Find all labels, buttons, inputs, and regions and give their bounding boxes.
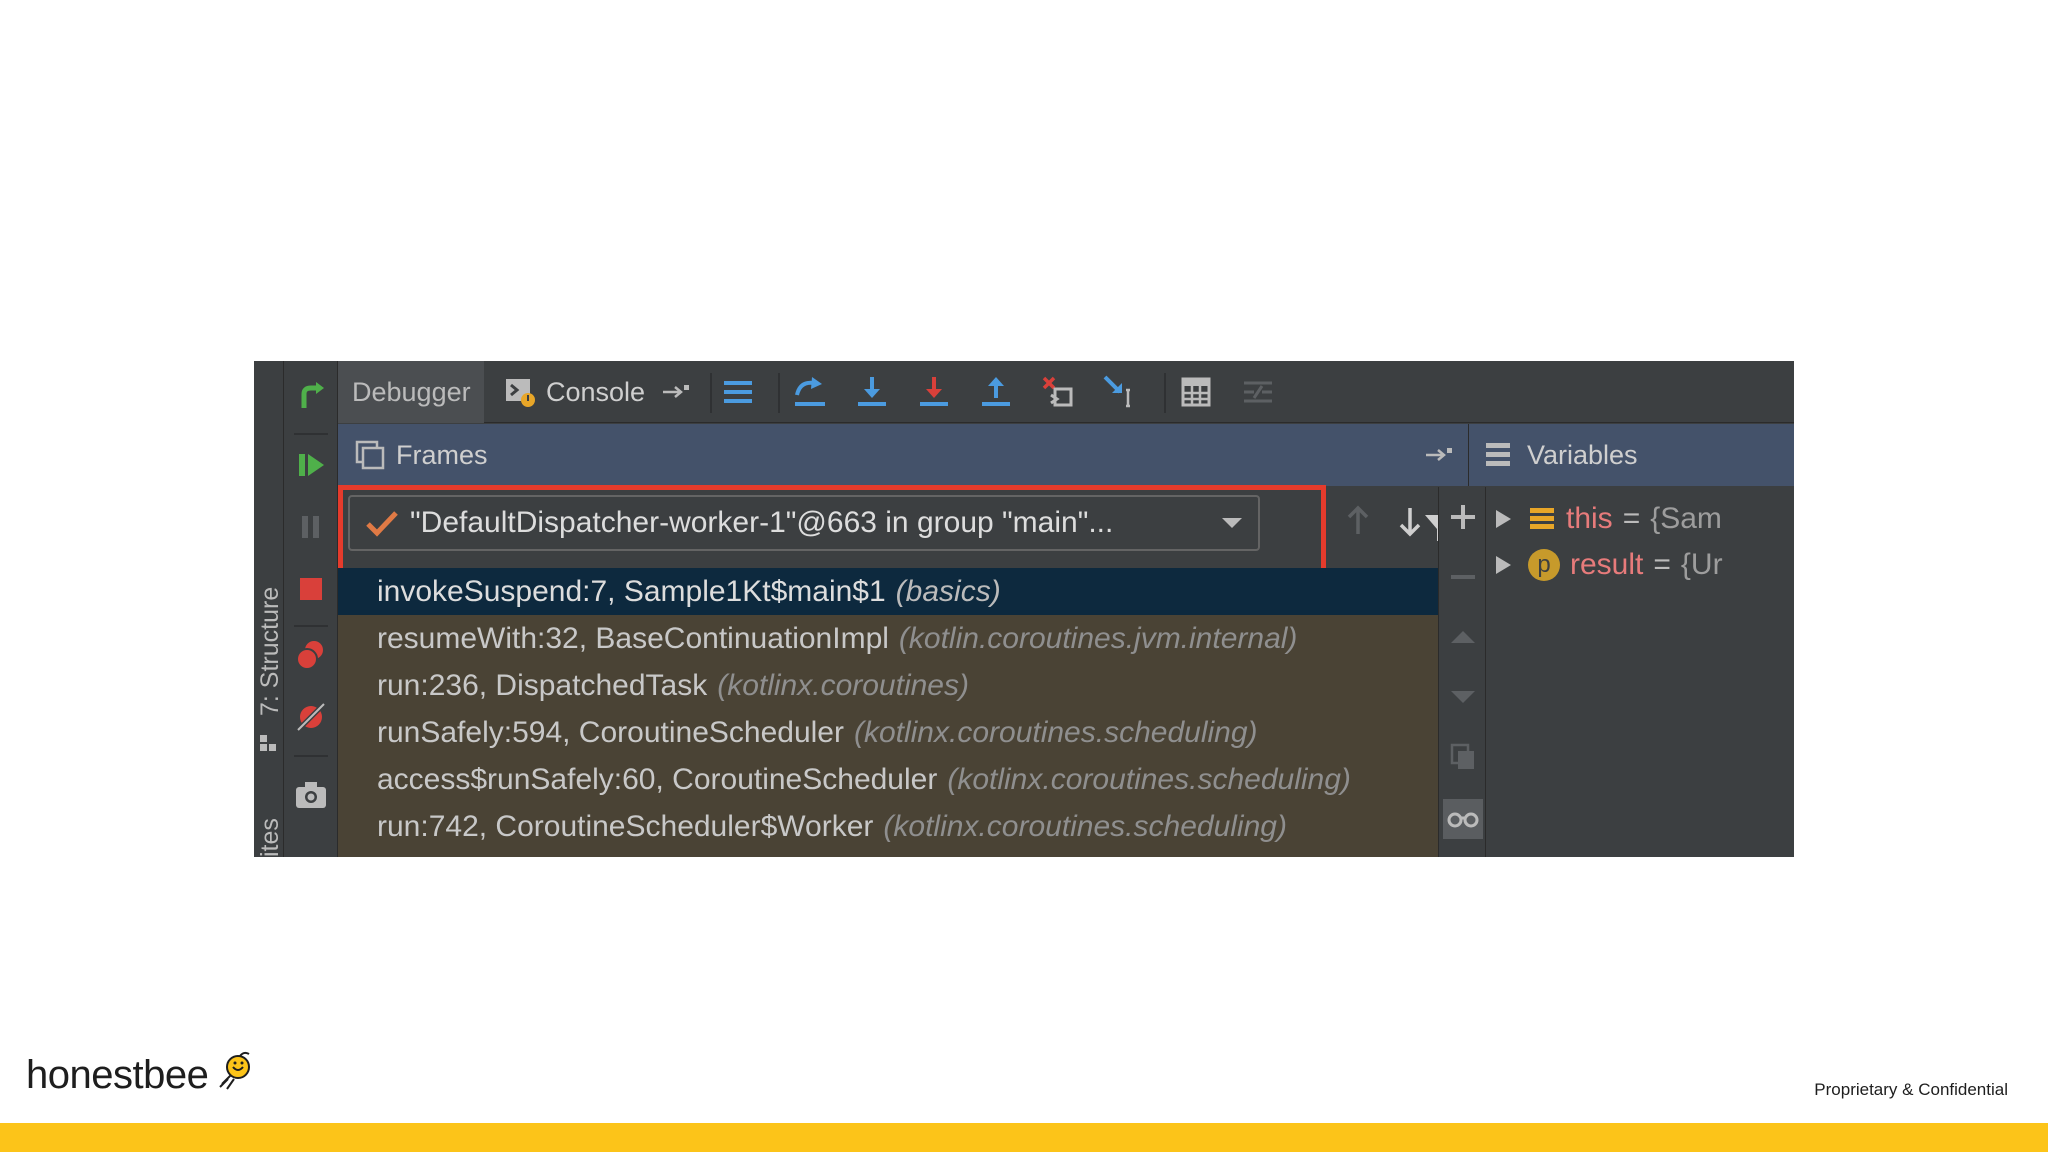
bee-icon — [219, 1051, 251, 1090]
pin-tab-icon[interactable] — [661, 382, 691, 402]
side-tool-strip: 7: Structure ites — [254, 361, 284, 857]
frame-method: run:742, CoroutineScheduler$Worker — [377, 809, 874, 843]
frame-row[interactable]: access$runSafely:60, CoroutineScheduler … — [338, 756, 1438, 803]
pin-frames-icon[interactable] — [1424, 445, 1454, 465]
tab-console[interactable]: Console — [488, 361, 691, 423]
slide: 7: Structure ites Debugger Console Frame… — [0, 0, 2048, 1152]
frame-row[interactable]: run:742, CoroutineScheduler$Worker (kotl… — [338, 803, 1438, 850]
frame-package: (kotlinx.coroutines.scheduling) — [883, 809, 1287, 843]
variable-name: this — [1566, 502, 1613, 535]
honestbee-logo: honestbee — [26, 1051, 256, 1098]
move-up-icon[interactable] — [1443, 617, 1483, 657]
frame-package: (kotlinx.coroutines.scheduling) — [853, 715, 1258, 749]
step-over-icon[interactable] — [790, 372, 830, 412]
mute-breakpoints-icon[interactable] — [291, 697, 331, 737]
structure-tab-label[interactable]: 7: Structure — [256, 587, 285, 716]
debugger-screenshot: 7: Structure ites Debugger Console Frame… — [254, 361, 1794, 857]
debugger-toolbar: Debugger Console — [338, 361, 1794, 423]
check-icon — [366, 511, 398, 537]
view-breakpoints-icon[interactable] — [291, 635, 331, 675]
variables-header: Variables — [1468, 424, 1794, 486]
footer-bar — [0, 1123, 2048, 1152]
variable-equals: = — [1622, 502, 1641, 535]
tab-console-label: Console — [546, 376, 646, 407]
parameter-icon: p — [1528, 549, 1560, 581]
variable-row[interactable]: this = {Sam — [1486, 497, 1722, 541]
variable-value: {Ur — [1680, 548, 1723, 581]
drop-frame-icon[interactable] — [1038, 372, 1078, 412]
force-step-into-icon[interactable] — [914, 372, 954, 412]
tab-debugger-label: Debugger — [352, 376, 471, 407]
confidential-note: Proprietary & Confidential — [1814, 1080, 2008, 1099]
frame-method: resumeWith:32, BaseContinuationImpl — [377, 621, 889, 655]
glasses-icon[interactable] — [1443, 799, 1483, 839]
frame-package: (basics) — [895, 574, 1001, 608]
variables-panel: this = {Sam p result = {Ur — [1486, 487, 1794, 857]
field-icon — [1530, 508, 1554, 529]
copy-icon[interactable] — [1443, 737, 1483, 777]
variables-toolbar — [1438, 487, 1486, 857]
thread-name: "DefaultDispatcher-worker-1"@663 in grou… — [410, 506, 1114, 539]
show-execution-point-icon[interactable] — [718, 372, 758, 412]
variable-equals: = — [1653, 548, 1671, 581]
chevron-down-icon — [1222, 518, 1242, 528]
pause-icon[interactable] — [291, 507, 331, 547]
thread-selector-row: "DefaultDispatcher-worker-1"@663 in grou… — [338, 487, 1438, 555]
variable-row[interactable]: p result = {Ur — [1486, 543, 1723, 587]
variable-value: {Sam — [1650, 502, 1722, 535]
variable-name: result — [1570, 548, 1644, 581]
trace-icon[interactable] — [1238, 372, 1278, 412]
frame-package: (kotlin.coroutines.jvm.internal) — [898, 621, 1298, 655]
run-to-cursor-icon[interactable] — [1100, 372, 1140, 412]
frames-list: invokeSuspend:7, Sample1Kt$main$1 (basic… — [338, 568, 1438, 857]
frame-row[interactable]: runSafely:594, CoroutineScheduler (kotli… — [338, 709, 1438, 756]
move-down-icon[interactable] — [1443, 677, 1483, 717]
step-into-icon[interactable] — [852, 372, 892, 412]
frame-row[interactable]: resumeWith:32, BaseContinuationImpl (kot… — [338, 615, 1438, 662]
thread-dropdown[interactable]: "DefaultDispatcher-worker-1"@663 in grou… — [348, 495, 1260, 551]
frame-row[interactable]: invokeSuspend:7, Sample1Kt$main$1 (basic… — [338, 568, 1438, 615]
resume-icon[interactable] — [291, 445, 331, 485]
favorites-tab-label[interactable]: ites — [256, 818, 285, 857]
variables-icon — [1486, 443, 1510, 466]
frame-method: invokeSuspend:7, Sample1Kt$main$1 — [377, 574, 886, 608]
evaluate-expression-icon[interactable] — [1176, 372, 1216, 412]
structure-icon — [260, 735, 276, 751]
expand-arrow-icon[interactable] — [1486, 554, 1520, 576]
frames-icon — [355, 440, 385, 470]
frames-header: Frames — [338, 424, 1468, 486]
tab-debugger[interactable]: Debugger — [338, 361, 484, 423]
console-icon — [506, 379, 535, 407]
step-out-icon[interactable] — [976, 372, 1016, 412]
frame-method: runSafely:594, CoroutineScheduler — [377, 715, 844, 749]
brand-name: honestbee — [26, 1052, 209, 1097]
frames-title: Frames — [396, 439, 488, 470]
frame-row[interactable]: run:236, DispatchedTask (kotlinx.corouti… — [338, 662, 1438, 709]
rerun-icon[interactable] — [291, 377, 331, 417]
previous-frame-icon[interactable] — [1338, 501, 1378, 541]
frame-method: run:236, DispatchedTask — [377, 668, 708, 702]
debug-actions-strip — [284, 361, 338, 857]
frame-method: access$runSafely:60, CoroutineScheduler — [377, 762, 938, 796]
frame-package: (kotlinx.coroutines) — [717, 668, 969, 702]
remove-watch-icon[interactable] — [1443, 557, 1483, 597]
camera-icon[interactable] — [291, 775, 331, 815]
expand-arrow-icon[interactable] — [1486, 508, 1520, 530]
frame-package: (kotlinx.coroutines.scheduling) — [947, 762, 1351, 796]
add-watch-icon[interactable] — [1443, 497, 1483, 537]
stop-icon[interactable] — [291, 569, 331, 609]
variables-title: Variables — [1527, 439, 1638, 470]
